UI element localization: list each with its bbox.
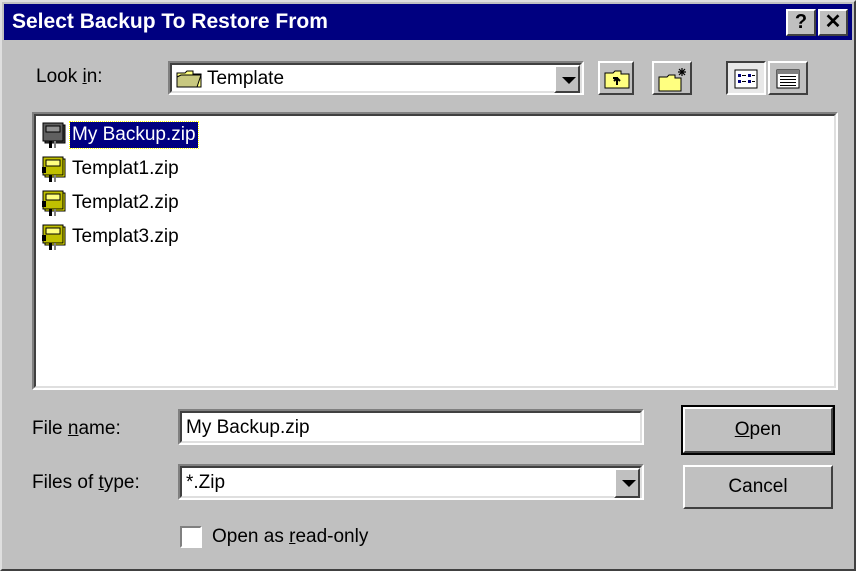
- file-list-item[interactable]: Templat2.zip: [40, 188, 181, 218]
- title-bar[interactable]: Select Backup To Restore From ? ✕: [4, 4, 852, 40]
- create-new-folder-button[interactable]: [652, 61, 692, 95]
- up-one-level-icon: [604, 70, 630, 89]
- files-of-type-dropdown-button[interactable]: [614, 468, 640, 498]
- look-in-dropdown-button[interactable]: [554, 65, 580, 93]
- close-button[interactable]: ✕: [818, 9, 848, 36]
- file-name-text: Templat1.zip: [72, 157, 179, 179]
- read-only-checkbox[interactable]: [180, 526, 202, 548]
- read-only-label[interactable]: Open as read-only: [212, 526, 368, 548]
- dialog-window: Select Backup To Restore From ? ✕ Look i…: [0, 0, 856, 571]
- create-new-folder-icon: [658, 68, 686, 92]
- file-list-item[interactable]: Templat3.zip: [40, 222, 181, 252]
- file-name-label: File name:: [32, 418, 121, 439]
- folder-icon: [176, 70, 202, 88]
- files-of-type-label: Files of type:: [32, 472, 140, 493]
- file-list-item[interactable]: Templat1.zip: [40, 154, 181, 184]
- help-button[interactable]: ?: [786, 9, 816, 36]
- file-name-input[interactable]: My Backup.zip: [178, 409, 644, 445]
- files-of-type-select[interactable]: *.Zip: [178, 464, 644, 500]
- look-in-combo[interactable]: Template: [168, 61, 584, 95]
- details-view-icon: [776, 69, 800, 89]
- zip-archive-icon: [40, 121, 68, 149]
- details-view-button[interactable]: [768, 61, 808, 95]
- look-in-value: Template: [206, 68, 285, 89]
- window-title: Select Backup To Restore From: [12, 10, 328, 33]
- file-list[interactable]: My Backup.zip Templat1.zip Templat2.zip Tem…: [32, 112, 838, 390]
- zip-archive-icon: [40, 189, 68, 217]
- chevron-down-icon: [622, 480, 636, 487]
- look-in-label: Look in:: [36, 66, 103, 87]
- file-name-text: Templat3.zip: [72, 225, 179, 247]
- up-one-level-button[interactable]: [598, 61, 634, 95]
- open-button[interactable]: Open: [681, 405, 835, 455]
- chevron-down-icon: [562, 77, 576, 84]
- list-view-button[interactable]: [726, 61, 766, 95]
- file-name-text: Templat2.zip: [72, 191, 179, 213]
- zip-archive-icon: [40, 155, 68, 183]
- file-list-item[interactable]: My Backup.zip: [40, 120, 199, 150]
- zip-archive-icon: [40, 223, 68, 251]
- cancel-button[interactable]: Cancel: [683, 465, 833, 509]
- file-name-text: My Backup.zip: [69, 120, 199, 149]
- list-view-icon: [734, 69, 758, 89]
